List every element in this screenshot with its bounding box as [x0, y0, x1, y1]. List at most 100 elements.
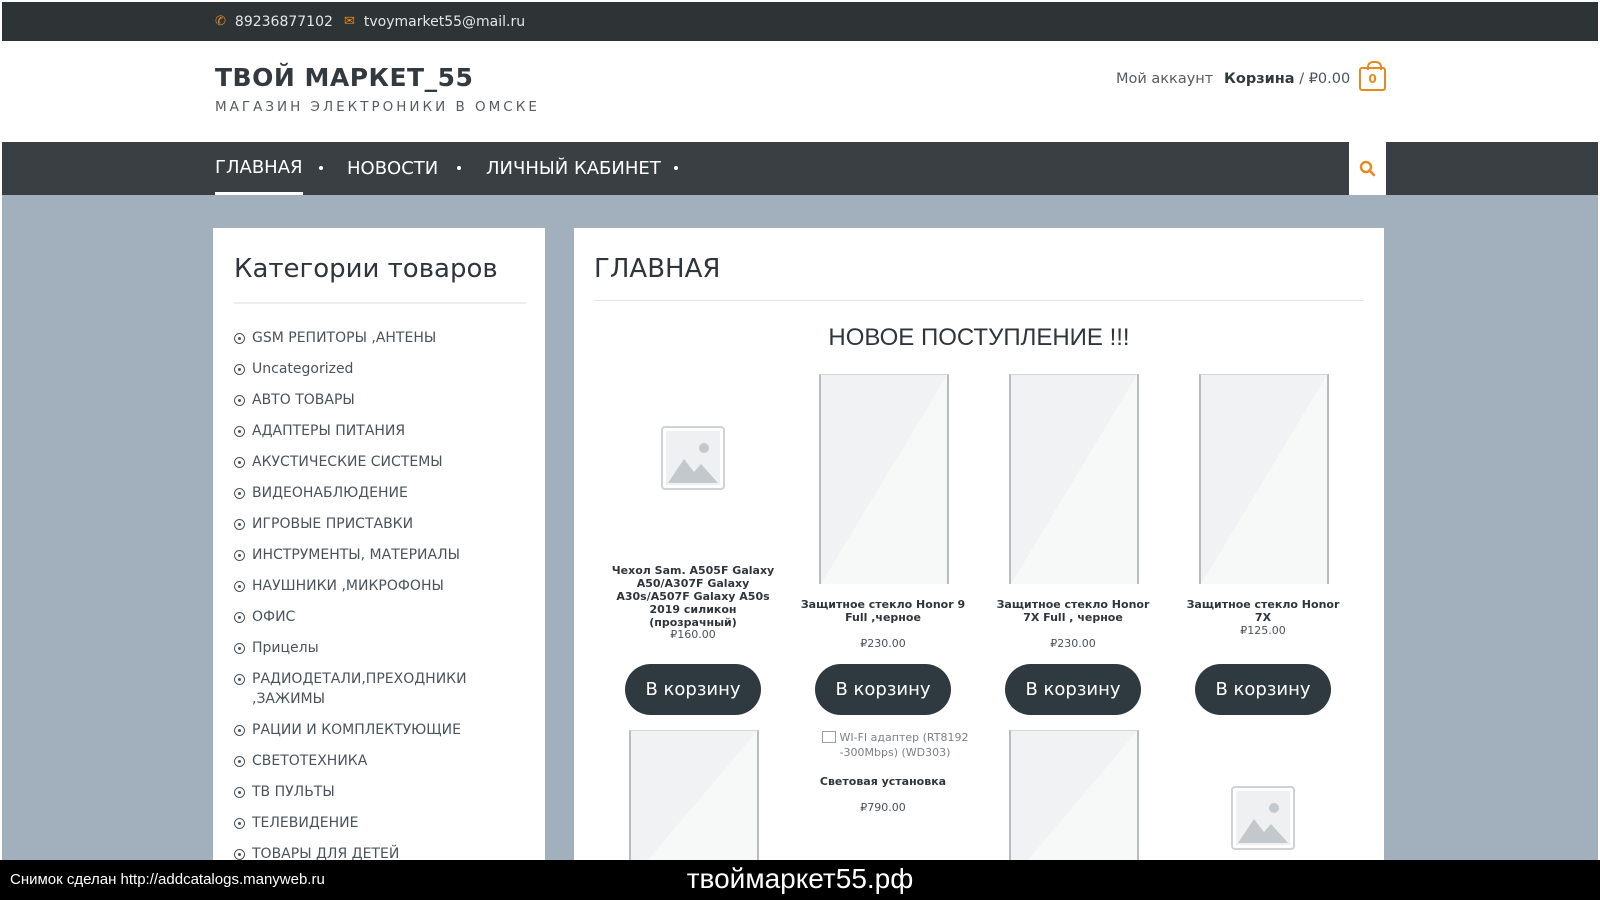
bullet-icon	[234, 581, 245, 592]
category-item[interactable]: ОФИС	[234, 607, 526, 627]
bullet-icon	[234, 612, 245, 623]
nav-separator	[319, 166, 323, 170]
divider	[594, 300, 1364, 301]
category-item[interactable]: НАУШНИКИ ,МИКРОФОНЫ	[234, 576, 526, 596]
bullet-icon	[234, 643, 245, 654]
image-placeholder-icon[interactable]	[1231, 786, 1295, 850]
category-label: ВИДЕОНАБЛЮДЕНИЕ	[252, 485, 408, 501]
category-item[interactable]: Прицелы	[234, 638, 526, 658]
add-to-cart-button[interactable]: В корзину	[815, 664, 951, 715]
bullet-icon	[234, 674, 245, 685]
add-to-cart-button[interactable]: В корзину	[1195, 664, 1331, 715]
bullet-icon	[234, 488, 245, 499]
bullet-icon	[234, 519, 245, 530]
product-price: ₽125.00	[1240, 624, 1286, 637]
bullet-icon	[234, 364, 245, 375]
category-label: GSM РЕПИТОРЫ ,АНТЕНЫ	[252, 330, 437, 346]
nav-item-home[interactable]: ГЛАВНАЯ	[215, 142, 303, 195]
category-item[interactable]: СВЕТОТЕХНИКА	[234, 751, 526, 771]
product-name[interactable]: Защитное стекло Honor 7X	[1177, 598, 1349, 624]
category-label: ИГРОВЫЕ ПРИСТАВКИ	[252, 516, 414, 532]
category-item[interactable]: РАЦИИ И КОМПЛЕКТУЮЩИЕ	[234, 720, 526, 740]
search-icon	[1359, 160, 1376, 177]
product-name[interactable]: Чехол Sam. A505F Galaxy A50/A307F Galaxy…	[607, 564, 779, 629]
category-item[interactable]: АВТО ТОВАРЫ	[234, 390, 526, 410]
category-item[interactable]: ТВ ПУЛЬТЫ	[234, 782, 526, 802]
divider	[234, 302, 526, 304]
bullet-icon	[234, 457, 245, 468]
bullet-icon	[234, 787, 245, 798]
category-label: ТВ ПУЛЬТЫ	[252, 784, 335, 800]
cart-count: 0	[1368, 72, 1377, 86]
category-label: Прицелы	[252, 640, 319, 656]
image-alt-text: WI-FI адаптер (RT8192 -300Mbps) (WD303)	[839, 731, 969, 759]
cart-label: Корзина	[1224, 71, 1295, 87]
category-item[interactable]: GSM РЕПИТОРЫ ,АНТЕНЫ	[234, 328, 526, 348]
category-label: Uncategorized	[252, 361, 354, 377]
screenshot-caption-bar: Снимок сделан http://addcatalogs.manyweb…	[0, 860, 1600, 900]
glass-placeholder-image	[1025, 731, 1137, 863]
bullet-icon	[234, 849, 245, 860]
product-price: ₽790.00	[860, 801, 906, 814]
envelope-icon: ✉	[344, 14, 355, 29]
category-label: ТЕЛЕВИДЕНИЕ	[252, 815, 359, 831]
broken-image-icon	[821, 731, 836, 743]
category-label: НАУШНИКИ ,МИКРОФОНЫ	[252, 578, 444, 594]
broken-product-image[interactable]: WI-FI адаптер (RT8192 -300Mbps) (WD303)	[815, 730, 975, 760]
nav-search-button[interactable]	[1349, 142, 1386, 195]
category-item[interactable]: Uncategorized	[234, 359, 526, 379]
glass-placeholder-image	[821, 375, 947, 584]
category-item[interactable]: ИГРОВЫЕ ПРИСТАВКИ	[234, 514, 526, 534]
bullet-icon	[234, 756, 245, 767]
bullet-icon	[234, 395, 245, 406]
product-image[interactable]	[819, 374, 949, 584]
add-to-cart-button[interactable]: В корзину	[625, 664, 761, 715]
cart-total: ₽0.00	[1308, 71, 1351, 87]
nav-item-news[interactable]: НОВОСТИ	[347, 142, 438, 195]
site-title[interactable]: ТВОЙ МАРКЕТ_55	[215, 63, 473, 92]
shopping-bag-icon[interactable]: 0	[1359, 61, 1386, 91]
site-header: ТВОЙ МАРКЕТ_55 МАГАЗИН ЭЛЕКТРОНИКИ В ОМС…	[2, 41, 1598, 142]
product-name[interactable]: Защитное стекло Honor 7X Full , черное	[987, 598, 1159, 624]
product-name[interactable]: Защитное стекло Honor 9 Full ,черное	[797, 598, 969, 624]
product-image[interactable]	[1009, 374, 1139, 584]
glass-placeholder-image	[645, 731, 757, 863]
product-price: ₽230.00	[1050, 637, 1096, 650]
bullet-icon	[234, 818, 245, 829]
category-item[interactable]: ВИДЕОНАБЛЮДЕНИЕ	[234, 483, 526, 503]
category-label: ИНСТРУМЕНТЫ, МАТЕРИАЛЫ	[252, 547, 460, 563]
category-label: ОФИС	[252, 609, 296, 625]
product-price: ₽230.00	[860, 637, 906, 650]
category-label: АДАПТЕРЫ ПИТАНИЯ	[252, 423, 406, 439]
sidebar-categories: Категории товаров GSM РЕПИТОРЫ ,АНТЕНЫ U…	[213, 228, 545, 863]
bullet-icon	[234, 333, 245, 344]
category-item[interactable]: АКУСТИЧЕСКИЕ СИСТЕМЫ	[234, 452, 526, 472]
category-item[interactable]: ИНСТРУМЕНТЫ, МАТЕРИАЛЫ	[234, 545, 526, 565]
category-item[interactable]: АДАПТЕРЫ ПИТАНИЯ	[234, 421, 526, 441]
email-contact[interactable]: ✉ tvoymarket55@mail.ru	[344, 2, 525, 41]
my-account-link[interactable]: Мой аккаунт	[1116, 71, 1213, 87]
main-navigation: ГЛАВНАЯ НОВОСТИ ЛИЧНЫЙ КАБИНЕТ	[2, 142, 1598, 195]
product-image[interactable]	[1009, 730, 1139, 863]
site-tagline: МАГАЗИН ЭЛЕКТРОНИКИ В ОМСКЕ	[215, 99, 540, 115]
phone-number: 89236877102	[234, 13, 333, 30]
category-item[interactable]: ТЕЛЕВИДЕНИЕ	[234, 813, 526, 833]
page-title: ГЛАВНАЯ	[594, 254, 721, 284]
product-image[interactable]	[1199, 374, 1329, 584]
nav-separator	[457, 166, 461, 170]
product-price: ₽160.00	[670, 628, 716, 641]
category-label: СВЕТОТЕХНИКА	[252, 753, 368, 769]
category-label: АКУСТИЧЕСКИЕ СИСТЕМЫ	[252, 454, 443, 470]
bullet-icon	[234, 725, 245, 736]
product-name[interactable]: Световая установка	[797, 775, 969, 788]
cart-link[interactable]: Корзина / ₽0.00	[1224, 71, 1350, 87]
category-item[interactable]: РАДИОДЕТАЛИ,ПРЕХОДНИКИ ,ЗАЖИМЫ	[234, 669, 526, 709]
add-to-cart-button[interactable]: В корзину	[1005, 664, 1141, 715]
top-contact-bar: ✆ 89236877102 ✉ tvoymarket55@mail.ru	[2, 2, 1598, 41]
nav-item-account[interactable]: ЛИЧНЫЙ КАБИНЕТ	[486, 142, 661, 195]
phone-contact[interactable]: ✆ 89236877102	[215, 2, 333, 41]
category-label: РАЦИИ И КОМПЛЕКТУЮЩИЕ	[252, 722, 461, 738]
product-image[interactable]	[629, 730, 759, 863]
nav-separator	[674, 166, 678, 170]
image-placeholder-icon[interactable]	[661, 426, 725, 490]
